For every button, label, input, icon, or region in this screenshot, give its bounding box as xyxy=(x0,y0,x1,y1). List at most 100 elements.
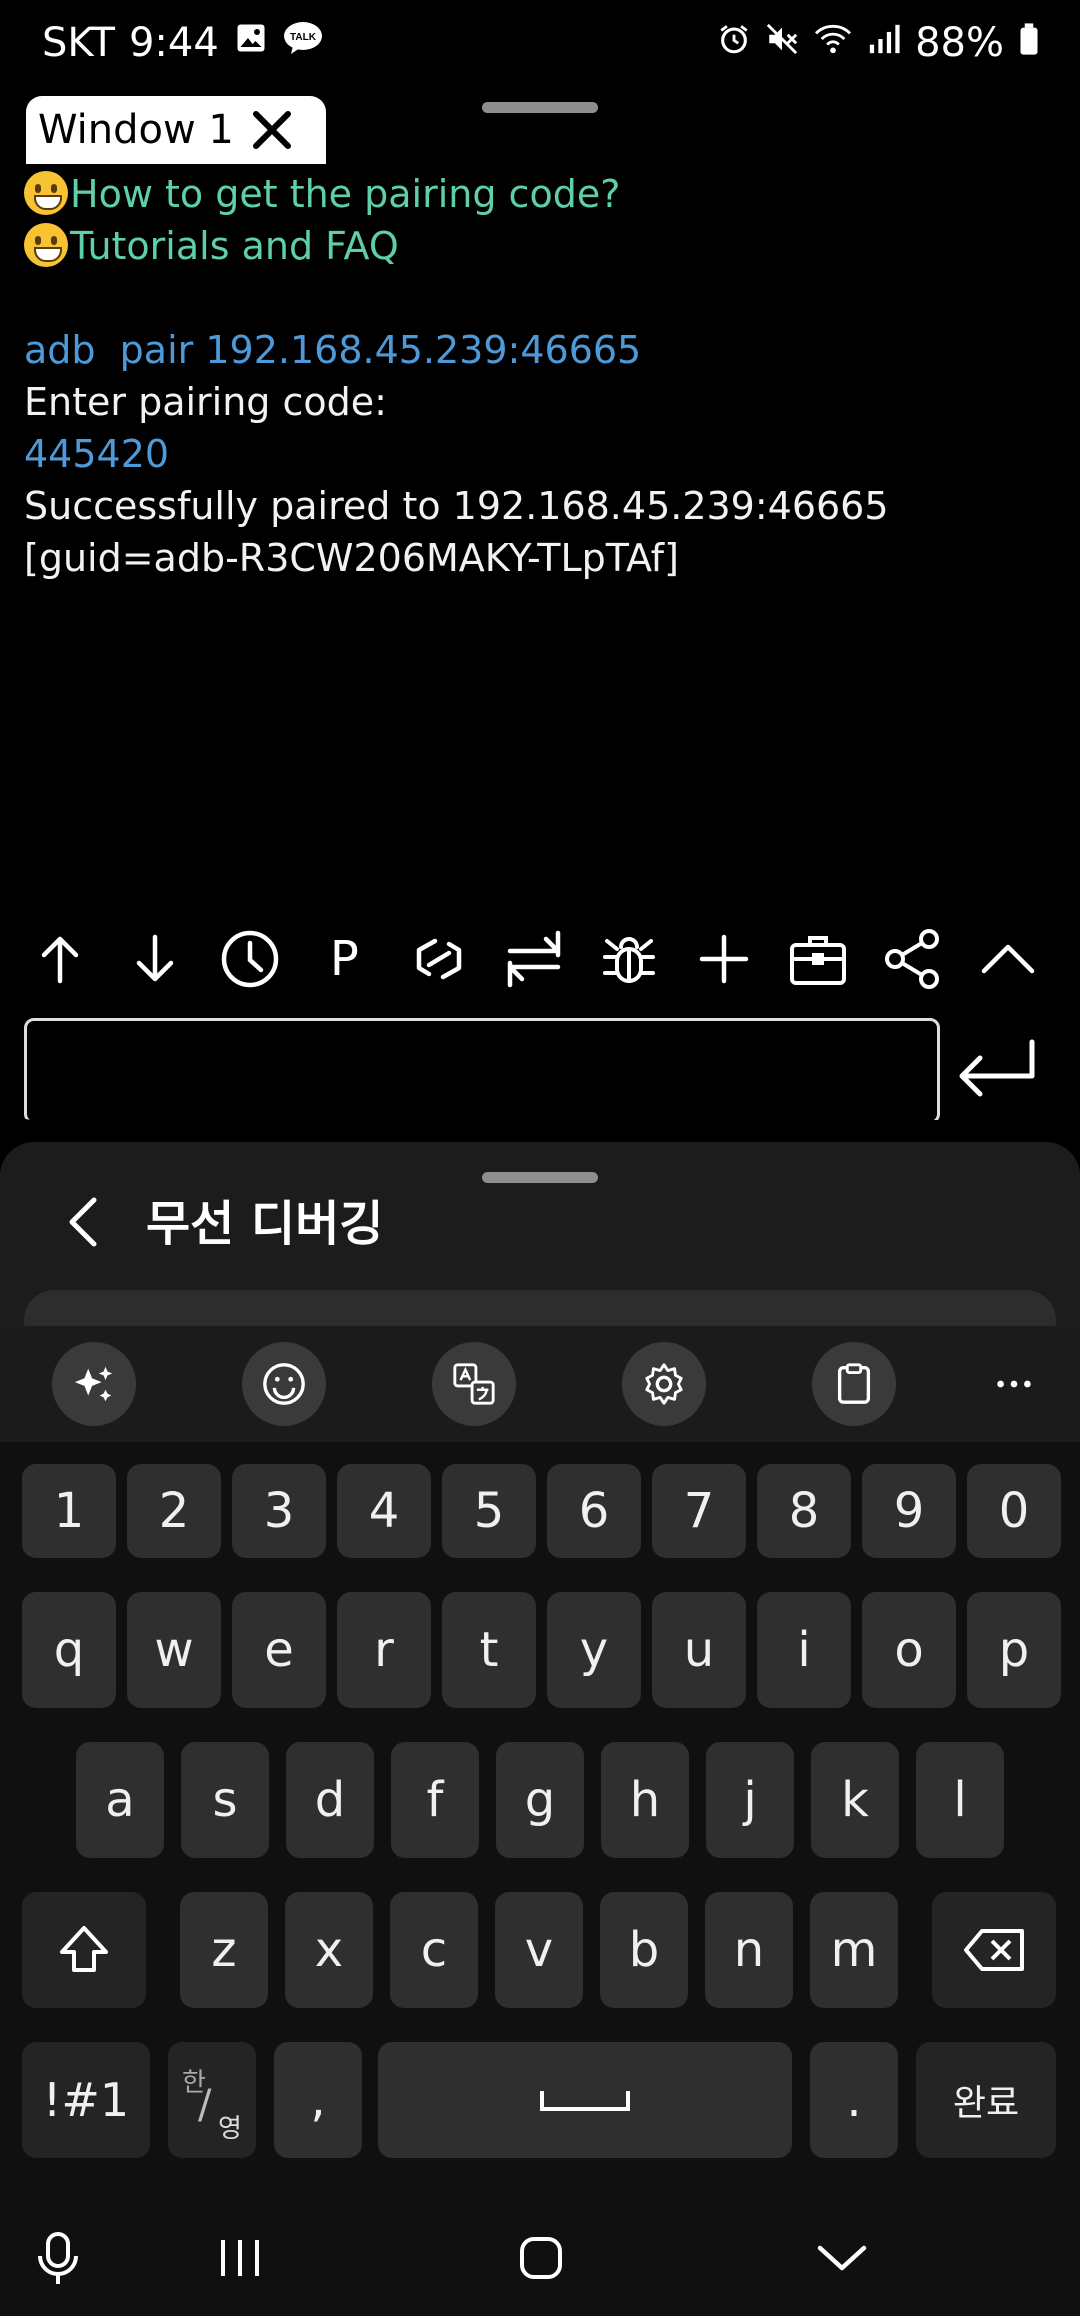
key-2[interactable]: 2 xyxy=(127,1464,221,1558)
mute-icon xyxy=(765,20,799,66)
link-icon[interactable] xyxy=(403,924,475,994)
key-1[interactable]: 1 xyxy=(22,1464,116,1558)
terminal-line-text: Enter pairing code: xyxy=(24,380,387,424)
terminal-link-line[interactable]: Tutorials and FAQ xyxy=(24,220,1064,272)
backspace-key[interactable] xyxy=(932,1892,1056,2008)
terminal-line-text: Successfully paired to 192.168.45.239:46… xyxy=(24,484,889,528)
battery-icon xyxy=(1018,20,1040,66)
window-drag-handle[interactable] xyxy=(482,1172,598,1183)
terminal-line-text: Tutorials and FAQ xyxy=(70,224,399,268)
svg-text:TALK: TALK xyxy=(290,32,317,43)
key-g[interactable]: g xyxy=(496,1742,584,1858)
key-4[interactable]: 4 xyxy=(337,1464,431,1558)
key-e[interactable]: e xyxy=(232,1592,326,1708)
terminal-window: Window 1 How to get the pairing code? Tut… xyxy=(0,96,1080,1120)
arrow-up-icon[interactable] xyxy=(24,924,96,994)
command-input[interactable] xyxy=(24,1018,940,1120)
history-clock-icon[interactable] xyxy=(214,924,286,994)
p-label: P xyxy=(329,931,359,987)
key-s[interactable]: s xyxy=(181,1742,269,1858)
key-q[interactable]: q xyxy=(22,1592,116,1708)
window-tab-title: Window 1 xyxy=(38,107,234,153)
space-key[interactable] xyxy=(378,2042,792,2158)
key-k[interactable]: k xyxy=(811,1742,899,1858)
key-p[interactable]: p xyxy=(967,1592,1061,1708)
window-tab[interactable]: Window 1 xyxy=(26,96,326,164)
terminal-output: How to get the pairing code? Tutorials an… xyxy=(24,168,1064,584)
key-7[interactable]: 7 xyxy=(652,1464,746,1558)
key-b[interactable]: b xyxy=(600,1892,688,2008)
settings-icon[interactable] xyxy=(622,1342,706,1426)
chevron-up-icon[interactable] xyxy=(972,924,1044,994)
period-key[interactable]: . xyxy=(810,2042,898,2158)
emoji-icon[interactable] xyxy=(242,1342,326,1426)
done-key[interactable]: 완료 xyxy=(916,2042,1056,2158)
bug-icon[interactable] xyxy=(593,924,665,994)
key-c[interactable]: c xyxy=(390,1892,478,2008)
key-m[interactable]: m xyxy=(810,1892,898,2008)
close-icon[interactable] xyxy=(248,106,296,154)
signal-icon xyxy=(867,20,901,66)
gallery-icon xyxy=(233,20,269,66)
key-h[interactable]: h xyxy=(601,1742,689,1858)
window-drag-handle[interactable] xyxy=(482,102,598,113)
key-3[interactable]: 3 xyxy=(232,1464,326,1558)
arrow-down-icon[interactable] xyxy=(119,924,191,994)
key-i[interactable]: i xyxy=(757,1592,851,1708)
language-switch-key[interactable]: 한 / 영 xyxy=(168,2042,256,2158)
comma-key[interactable]: , xyxy=(274,2042,362,2158)
terminal-line-text: [guid=adb-R3CW206MAKY-TLpTAf] xyxy=(24,536,679,580)
keyboard-toolbar xyxy=(0,1326,1080,1442)
key-l[interactable]: l xyxy=(916,1742,1004,1858)
wifi-icon xyxy=(813,20,853,66)
home-icon[interactable] xyxy=(501,2226,581,2290)
key-0[interactable]: 0 xyxy=(967,1464,1061,1558)
keyboard: 1 2 3 4 5 6 7 8 9 0 q w e r t y u i o p a s d f g h j k l z x c v b n m !#1 한… xyxy=(0,1442,1080,2202)
plus-icon[interactable] xyxy=(688,924,760,994)
talk-icon: TALK xyxy=(283,20,323,66)
key-z[interactable]: z xyxy=(180,1892,268,2008)
p-text-button[interactable]: P xyxy=(308,924,380,994)
key-9[interactable]: 9 xyxy=(862,1464,956,1558)
clock: 9:44 xyxy=(128,20,219,66)
status-bar: SKT 9:44 TALK 88% xyxy=(0,0,1080,96)
transfer-icon[interactable] xyxy=(498,924,570,994)
alarm-icon xyxy=(717,20,751,66)
mic-icon[interactable] xyxy=(18,2226,98,2290)
toolbox-icon[interactable] xyxy=(782,924,854,994)
recents-icon[interactable] xyxy=(200,2226,280,2290)
key-y[interactable]: y xyxy=(547,1592,641,1708)
back-arrow-icon[interactable] xyxy=(60,1190,108,1254)
shift-key[interactable] xyxy=(22,1892,146,2008)
clipboard-icon[interactable] xyxy=(812,1342,896,1426)
more-icon[interactable] xyxy=(972,1342,1056,1426)
key-t[interactable]: t xyxy=(442,1592,536,1708)
key-d[interactable]: d xyxy=(286,1742,374,1858)
sparkle-icon[interactable] xyxy=(52,1342,136,1426)
key-5[interactable]: 5 xyxy=(442,1464,536,1558)
page-title: 무선 디버깅 xyxy=(146,1196,384,1252)
key-j[interactable]: j xyxy=(706,1742,794,1858)
share-icon[interactable] xyxy=(877,924,949,994)
key-v[interactable]: v xyxy=(495,1892,583,2008)
terminal-link-line[interactable]: How to get the pairing code? xyxy=(24,168,1064,220)
key-n[interactable]: n xyxy=(705,1892,793,2008)
terminal-line-text: adb pair 192.168.45.239:46665 xyxy=(24,328,642,372)
settings-window: 무선 디버깅 xyxy=(0,1142,1080,1332)
key-u[interactable]: u xyxy=(652,1592,746,1708)
enter-icon[interactable] xyxy=(952,1034,1042,1104)
key-o[interactable]: o xyxy=(862,1592,956,1708)
key-x[interactable]: x xyxy=(285,1892,373,2008)
key-a[interactable]: a xyxy=(76,1742,164,1858)
key-6[interactable]: 6 xyxy=(547,1464,641,1558)
key-8[interactable]: 8 xyxy=(757,1464,851,1558)
key-r[interactable]: r xyxy=(337,1592,431,1708)
navigation-bar xyxy=(0,2200,1080,2316)
carrier-label: SKT xyxy=(42,20,115,66)
symbols-key[interactable]: !#1 xyxy=(22,2042,150,2158)
hide-keyboard-icon[interactable] xyxy=(802,2226,882,2290)
grinning-face-icon xyxy=(24,171,68,215)
translate-icon[interactable] xyxy=(432,1342,516,1426)
key-f[interactable]: f xyxy=(391,1742,479,1858)
key-w[interactable]: w xyxy=(127,1592,221,1708)
